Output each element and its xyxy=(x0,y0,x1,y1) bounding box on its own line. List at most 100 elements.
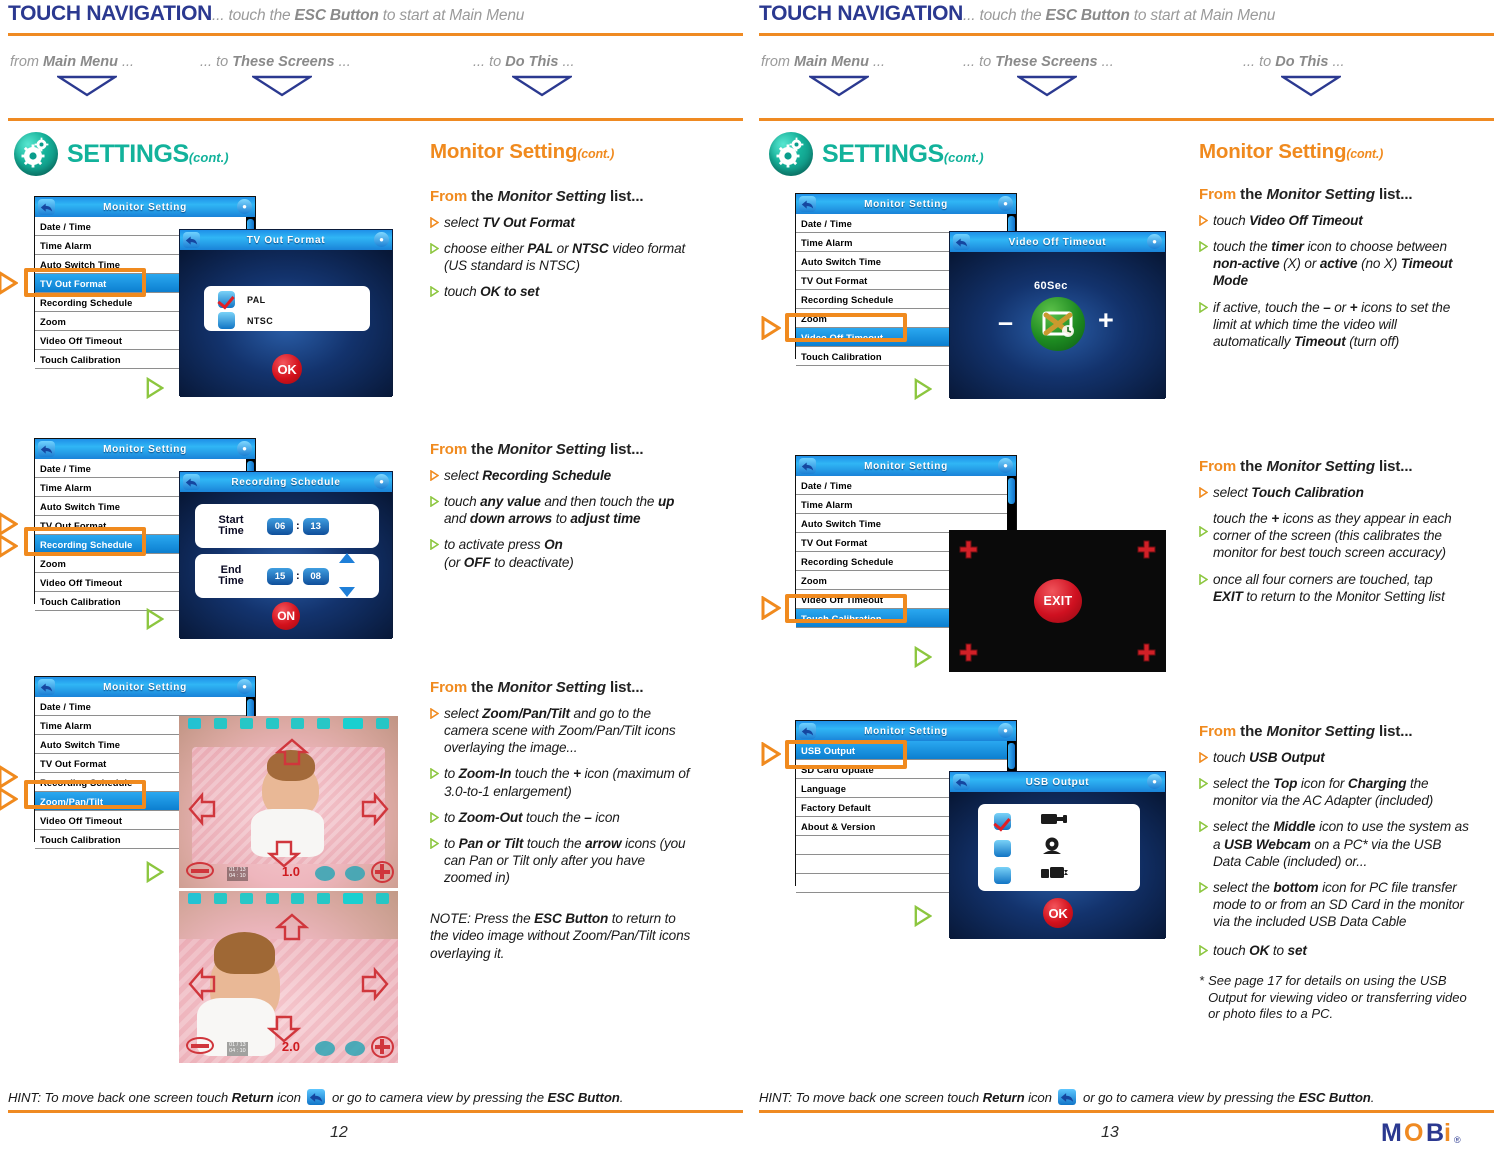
calibration-plus-icon[interactable] xyxy=(1137,643,1156,662)
triangle-bullet-icon xyxy=(1199,241,1208,289)
lock-icon: ● xyxy=(1147,774,1162,789)
back-arrow-icon[interactable] xyxy=(799,196,816,212)
lock-icon: ● xyxy=(374,232,389,247)
camera-status-bar xyxy=(179,891,398,905)
exit-button[interactable]: EXIT xyxy=(1034,579,1082,623)
nav-header-left: TOUCH NAVIGATION... touch the ESC Button… xyxy=(8,2,759,34)
triangle-bullet-icon xyxy=(1199,881,1208,930)
bullet-item: select the Top icon for Charging the mon… xyxy=(1199,775,1469,809)
back-arrow-icon[interactable] xyxy=(38,199,55,215)
checkbox-file-transfer[interactable] xyxy=(994,867,1011,884)
screen-titlebar: Monitor Setting ● xyxy=(35,677,255,697)
start-hour-value[interactable]: 06 xyxy=(267,517,293,535)
dialog-body: OK xyxy=(950,792,1165,939)
triangle-bullet-icon xyxy=(1199,301,1208,350)
camera-view-zoom-1[interactable]: 1.0 01 / 13 04 : 10 xyxy=(179,716,398,888)
back-arrow-icon[interactable] xyxy=(183,474,200,490)
signal-icon xyxy=(375,892,389,904)
recording-schedule-dialog[interactable]: Recording Schedule ● Start Time 06 : 13 E… xyxy=(179,471,393,639)
svg-text:i: i xyxy=(1444,1119,1451,1147)
menu-item[interactable]: Time Alarm xyxy=(796,495,1016,514)
lock-icon: ● xyxy=(998,723,1013,738)
pan-left-arrow-icon[interactable] xyxy=(188,791,216,831)
volume-icon xyxy=(239,717,253,729)
lock-icon: ● xyxy=(1147,234,1162,249)
pan-left-arrow-icon[interactable] xyxy=(188,966,216,1006)
svg-text:®: ® xyxy=(1454,1135,1461,1145)
start-minute-value[interactable]: 13 xyxy=(302,517,329,535)
svg-text:M: M xyxy=(1381,1119,1402,1147)
back-arrow-icon[interactable] xyxy=(38,441,55,457)
scroll-thumb[interactable] xyxy=(1008,743,1015,769)
back-arrow-icon[interactable] xyxy=(799,458,816,474)
volume-button-icon[interactable] xyxy=(314,866,335,882)
up-arrow-icon[interactable] xyxy=(339,550,355,568)
bullet-item: touch the timer icon to choose between n… xyxy=(1199,238,1461,289)
minus-button[interactable]: – xyxy=(998,309,1013,336)
zoom-level-label: 2.0 xyxy=(281,1039,300,1055)
video-off-timeout-dialog[interactable]: Video Off Timeout ● 60Sec – + xyxy=(949,231,1166,399)
checkbox-charging[interactable] xyxy=(994,813,1011,830)
start-time-card[interactable]: Start Time 06 : 13 xyxy=(195,504,379,548)
end-minute-value[interactable]: 08 xyxy=(302,567,329,585)
melody-icon xyxy=(265,717,279,729)
checkbox-ntsc[interactable] xyxy=(218,312,235,329)
step-arrow-icon xyxy=(914,377,932,401)
tilt-up-arrow-icon[interactable] xyxy=(275,913,310,946)
menu-item[interactable]: Date / Time› xyxy=(796,476,1016,495)
tv-out-format-dialog[interactable]: TV Out Format ● PAL NTSC OK xyxy=(179,229,393,397)
chevron-down-icon xyxy=(252,75,312,97)
bullet-text: touch any value and then touch the up an… xyxy=(444,494,675,527)
end-time-card[interactable]: End Time 15 : 08 xyxy=(195,553,379,598)
usb-output-dialog[interactable]: USB Output ● OK xyxy=(949,771,1166,939)
ok-button[interactable]: OK xyxy=(1043,898,1073,928)
timer-icon[interactable] xyxy=(1031,297,1085,351)
instruction-heading: From the Monitor Setting list... xyxy=(430,188,644,205)
night-vision-icon xyxy=(214,892,228,904)
touch-calibration-screen[interactable]: EXIT xyxy=(949,530,1166,672)
calibration-plus-icon[interactable] xyxy=(1137,540,1156,559)
back-arrow-icon[interactable] xyxy=(183,232,200,248)
calibration-plus-icon[interactable] xyxy=(959,540,978,559)
scroll-thumb[interactable] xyxy=(1008,478,1015,504)
plus-button[interactable]: + xyxy=(1098,307,1114,334)
volume-button-icon[interactable] xyxy=(314,1041,335,1057)
back-arrow-icon[interactable] xyxy=(953,234,970,250)
menu-item[interactable]: Date / Time› xyxy=(35,697,255,716)
camera-view-zoom-2[interactable]: 2.0 01 / 13 04 : 10 xyxy=(179,891,398,1063)
zoom-in-icon[interactable] xyxy=(370,1035,394,1058)
back-arrow-icon[interactable] xyxy=(38,679,55,695)
end-hour-value[interactable]: 15 xyxy=(267,567,293,585)
bullet-text: touch Video Off Timeout xyxy=(1213,213,1363,228)
triangle-bullet-icon xyxy=(1199,945,1208,959)
bullet-text: select the Top icon for Charging the mon… xyxy=(1213,776,1434,809)
back-arrow-icon[interactable] xyxy=(953,774,970,790)
zoom-in-icon[interactable] xyxy=(370,860,394,883)
bullet-text: select the Middle icon to use the system… xyxy=(1213,819,1469,869)
lock-icon: ● xyxy=(998,458,1013,473)
step-arrow-icon xyxy=(0,787,18,811)
header-rule xyxy=(8,33,743,36)
on-button[interactable]: ON xyxy=(272,602,300,630)
step-arrow-icon xyxy=(761,742,781,766)
tilt-up-arrow-icon[interactable] xyxy=(275,738,310,771)
return-icon[interactable] xyxy=(1058,1089,1077,1105)
return-icon[interactable] xyxy=(307,1089,326,1105)
checkbox-pal[interactable] xyxy=(218,291,235,308)
pan-right-arrow-icon[interactable] xyxy=(361,791,389,831)
monitor-setting-title: Monitor Setting(cont.) xyxy=(1199,140,1384,163)
option-label: NTSC xyxy=(247,315,274,326)
bullet-item: touch any value and then touch the up an… xyxy=(430,493,692,527)
checkbox-webcam[interactable] xyxy=(994,840,1011,857)
footer-rule xyxy=(759,1110,1494,1113)
back-arrow-icon[interactable] xyxy=(799,723,816,739)
bullet-text: select Zoom/Pan/Tilt and go to the camer… xyxy=(444,706,676,756)
bullet-item: touch OK to set xyxy=(1199,942,1469,959)
pan-right-arrow-icon[interactable] xyxy=(361,966,389,1006)
dialog-title: Video Off Timeout xyxy=(1008,236,1107,248)
bullet-text: touch USB Output xyxy=(1213,750,1325,765)
ok-button[interactable]: OK xyxy=(272,354,302,384)
down-arrow-icon[interactable] xyxy=(339,584,355,602)
night-vision-icon xyxy=(214,717,228,729)
calibration-plus-icon[interactable] xyxy=(959,643,978,662)
